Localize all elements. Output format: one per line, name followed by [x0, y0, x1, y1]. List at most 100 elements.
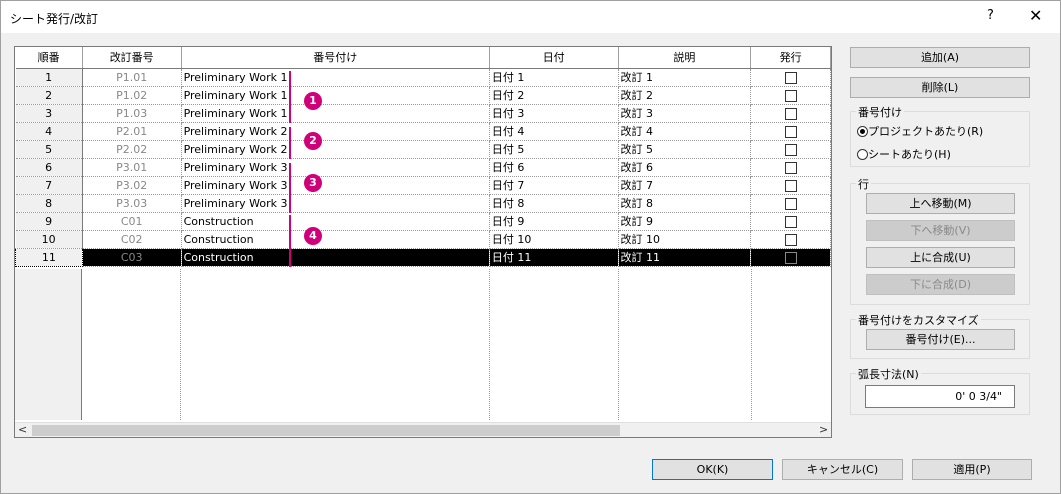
delete-button[interactable]: 削除(L)	[850, 77, 1030, 98]
issued-checkbox[interactable]	[784, 179, 797, 192]
row-numbering[interactable]: Preliminary Work 3	[181, 176, 490, 195]
row-revision-number[interactable]: P2.02	[82, 140, 182, 159]
row-revision-number[interactable]: P1.02	[82, 86, 182, 105]
scroll-right-icon[interactable]: >	[819, 423, 828, 436]
row-sequence[interactable]: 9	[15, 212, 83, 231]
row-description[interactable]: 改訂 7	[618, 176, 752, 195]
row-date[interactable]: 日付 4	[489, 122, 619, 141]
row-numbering[interactable]: Preliminary Work 2	[181, 140, 490, 159]
move-up-button[interactable]: 上へ移動(M)	[866, 193, 1015, 214]
table-row[interactable]: 2 P1.02 Preliminary Work 1 日付 2 改訂 2	[15, 86, 831, 105]
row-sequence[interactable]: 3	[15, 104, 83, 123]
row-description[interactable]: 改訂 9	[618, 212, 752, 231]
row-revision-number[interactable]: P1.01	[82, 68, 182, 87]
row-date[interactable]: 日付 6	[489, 158, 619, 177]
radio-selected-icon[interactable]	[857, 126, 868, 137]
issued-checkbox[interactable]	[784, 197, 797, 210]
row-numbering[interactable]: Preliminary Work 1	[181, 68, 490, 87]
row-description[interactable]: 改訂 11	[618, 248, 752, 267]
row-sequence[interactable]: 6	[15, 158, 83, 177]
row-revision-number[interactable]: P2.01	[82, 122, 182, 141]
row-date[interactable]: 日付 3	[489, 104, 619, 123]
scrollbar-thumb[interactable]	[32, 425, 620, 436]
merge-up-button[interactable]: 上に合成(U)	[866, 247, 1015, 268]
issued-checkbox[interactable]	[784, 161, 797, 174]
issued-checkbox[interactable]	[784, 107, 797, 120]
column-header-issued[interactable]: 発行	[750, 47, 831, 69]
row-description[interactable]: 改訂 6	[618, 158, 752, 177]
row-date[interactable]: 日付 10	[489, 230, 619, 249]
help-button[interactable]: ?	[987, 8, 994, 23]
issued-checkbox[interactable]	[784, 125, 797, 138]
radio-per-project[interactable]: プロジェクトあたり(R)	[857, 123, 983, 139]
row-date[interactable]: 日付 1	[489, 68, 619, 87]
row-date[interactable]: 日付 5	[489, 140, 619, 159]
row-description[interactable]: 改訂 4	[618, 122, 752, 141]
row-revision-number[interactable]: C01	[82, 212, 182, 231]
row-description[interactable]: 改訂 5	[618, 140, 752, 159]
row-sequence[interactable]: 5	[15, 140, 83, 159]
add-button[interactable]: 追加(A)	[850, 47, 1030, 68]
row-sequence[interactable]: 7	[15, 176, 83, 195]
column-header-description[interactable]: 説明	[618, 47, 752, 69]
row-sequence[interactable]: 10	[15, 230, 83, 249]
row-numbering[interactable]: Preliminary Work 1	[181, 104, 490, 123]
scroll-left-icon[interactable]: <	[18, 423, 27, 436]
row-sequence[interactable]: 4	[15, 122, 83, 141]
table-row[interactable]: 4 P2.01 Preliminary Work 2 日付 4 改訂 4	[15, 122, 831, 141]
row-revision-number[interactable]: P1.03	[82, 104, 182, 123]
arc-length-input[interactable]: 0' 0 3/4"	[865, 385, 1015, 408]
table-row[interactable]: 10 C02 Construction 日付 10 改訂 10	[15, 230, 831, 249]
row-sequence[interactable]: 8	[15, 194, 83, 213]
merge-down-button[interactable]: 下に合成(D)	[866, 274, 1015, 295]
row-description[interactable]: 改訂 8	[618, 194, 752, 213]
apply-button[interactable]: 適用(P)	[912, 459, 1032, 480]
issued-checkbox[interactable]	[784, 251, 797, 264]
column-header-date[interactable]: 日付	[489, 47, 619, 69]
row-description[interactable]: 改訂 1	[618, 68, 752, 87]
row-sequence[interactable]: 11	[15, 247, 83, 267]
row-numbering[interactable]: Construction	[181, 248, 490, 267]
row-numbering[interactable]: Preliminary Work 1	[181, 86, 490, 105]
table-row[interactable]: 7 P3.02 Preliminary Work 3 日付 7 改訂 7	[15, 176, 831, 195]
table-row[interactable]: 11 C03 Construction 日付 11 改訂 11	[15, 247, 831, 267]
row-date[interactable]: 日付 7	[489, 176, 619, 195]
row-numbering[interactable]: Preliminary Work 3	[181, 194, 490, 213]
close-button[interactable]: ✕	[1029, 6, 1042, 25]
issued-checkbox[interactable]	[784, 143, 797, 156]
row-numbering[interactable]: Preliminary Work 3	[181, 158, 490, 177]
row-sequence[interactable]: 1	[15, 68, 83, 87]
table-row[interactable]: 5 P2.02 Preliminary Work 2 日付 5 改訂 5	[15, 140, 831, 159]
issued-checkbox[interactable]	[784, 215, 797, 228]
row-revision-number[interactable]: C02	[82, 230, 182, 249]
table-row[interactable]: 9 C01 Construction 日付 9 改訂 9	[15, 212, 831, 231]
table-row[interactable]: 6 P3.01 Preliminary Work 3 日付 6 改訂 6	[15, 158, 831, 177]
table-row[interactable]: 1 P1.01 Preliminary Work 1 日付 1 改訂 1	[15, 68, 831, 87]
radio-per-sheet[interactable]: シートあたり(H)	[857, 146, 951, 162]
column-header-sequence[interactable]: 順番	[15, 47, 83, 69]
table-row[interactable]: 3 P1.03 Preliminary Work 1 日付 3 改訂 3	[15, 104, 831, 123]
row-date[interactable]: 日付 2	[489, 86, 619, 105]
issued-checkbox[interactable]	[784, 71, 797, 84]
ok-button[interactable]: OK(K)	[652, 459, 773, 480]
move-down-button[interactable]: 下へ移動(V)	[866, 220, 1015, 241]
row-revision-number[interactable]: P3.02	[82, 176, 182, 195]
row-revision-number[interactable]: C03	[82, 248, 182, 267]
row-date[interactable]: 日付 8	[489, 194, 619, 213]
row-revision-number[interactable]: P3.03	[82, 194, 182, 213]
cancel-button[interactable]: キャンセル(C)	[782, 459, 903, 480]
row-date[interactable]: 日付 9	[489, 212, 619, 231]
row-numbering[interactable]: Construction	[181, 212, 490, 231]
row-revision-number[interactable]: P3.01	[82, 158, 182, 177]
row-sequence[interactable]: 2	[15, 86, 83, 105]
row-description[interactable]: 改訂 10	[618, 230, 752, 249]
row-description[interactable]: 改訂 2	[618, 86, 752, 105]
customize-numbering-button[interactable]: 番号付け(E)...	[866, 329, 1015, 350]
horizontal-scrollbar[interactable]: < >	[15, 422, 831, 437]
table-row[interactable]: 8 P3.03 Preliminary Work 3 日付 8 改訂 8	[15, 194, 831, 213]
row-date[interactable]: 日付 11	[489, 248, 619, 267]
row-numbering[interactable]: Preliminary Work 2	[181, 122, 490, 141]
row-numbering[interactable]: Construction	[181, 230, 490, 249]
row-description[interactable]: 改訂 3	[618, 104, 752, 123]
issued-checkbox[interactable]	[784, 233, 797, 246]
